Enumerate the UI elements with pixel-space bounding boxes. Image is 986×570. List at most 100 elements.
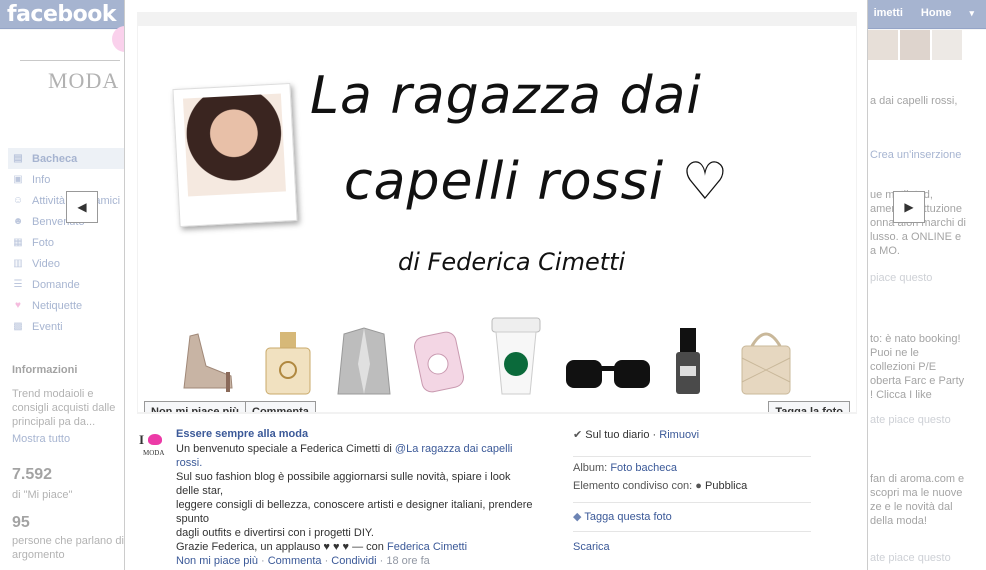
shared-row: Elemento condiviso con: ● Pubblica [573, 476, 811, 502]
post-actions: Non mi piace più · Commenta · Condividi … [176, 555, 430, 567]
post-author-link[interactable]: Essere sempre alla moda [176, 428, 536, 440]
with-person-link[interactable]: Federica Cimetti [387, 541, 467, 553]
download-link[interactable]: Scarica [573, 541, 610, 553]
post-text: Un benvenuto speciale a Federica Cimetti… [176, 442, 536, 554]
post-unlike-link[interactable]: Non mi piace più [176, 555, 258, 567]
logo-divider [20, 60, 120, 61]
post-body: Essere sempre alla moda Un benvenuto spe… [176, 428, 536, 567]
create-ad-link[interactable]: Crea un'inserzione [870, 148, 986, 162]
top-nav-profile-link[interactable]: imetti [874, 7, 903, 19]
post-text-line: Sul suo fashion blog è possibile aggiorn… [176, 471, 511, 497]
post-text-line: Grazie Federica, un applauso ♥ ♥ ♥ — con [176, 541, 387, 553]
ad-like-link[interactable]: piace questo [870, 272, 932, 284]
diary-label: Sul tuo diario [585, 429, 650, 441]
ad-like-link[interactable]: ate piace questo [870, 552, 951, 564]
next-photo-button[interactable]: ▶ [893, 191, 925, 223]
previous-photo-button[interactable]: ◀ [66, 191, 98, 223]
wall-icon: ▤ [13, 152, 23, 164]
photo-viewer: La ragazza dai capelli rossi ♡ di Federi… [124, 0, 868, 570]
calendar-icon: ▩ [13, 320, 23, 332]
sunglasses-icon [566, 360, 650, 388]
post-share-link[interactable]: Condividi [331, 555, 376, 567]
thumbnail[interactable] [900, 30, 930, 60]
thumbnail[interactable] [932, 30, 962, 60]
page-nav: ▤Bacheca ▣Info ☺Attività degli amici ☻Be… [8, 148, 124, 337]
nav-label: Bacheca [32, 152, 78, 165]
top-nav-home-link[interactable]: Home [921, 7, 952, 19]
tag-this-photo-link[interactable]: Tagga questa foto [584, 511, 671, 523]
ticker-text: a dai capelli rossi, [870, 95, 958, 107]
shoe-icon [183, 333, 233, 392]
photo-action-group: Non mi piace più Commenta [144, 401, 316, 412]
nav-item-video[interactable]: ▥ Video [10, 253, 124, 274]
talking-label: persone che parlano di argomento [12, 535, 124, 561]
nav-label: Netiquette [32, 299, 83, 312]
phone-icon [413, 331, 465, 393]
globe-icon: ● [695, 480, 702, 492]
thumbnail[interactable] [868, 30, 898, 60]
facebook-logo[interactable]: facebook [7, 2, 117, 27]
logo-text: MODA [48, 68, 120, 93]
heart-icon: ♥ [15, 299, 21, 311]
diary-row: ✔ Sul tuo diario · Rimuovi [573, 429, 700, 441]
nav-label: Domande [32, 278, 80, 291]
likes-label: di "Mi piace" [12, 489, 73, 501]
shared-label: Elemento condiviso con: [573, 480, 693, 492]
tag-row: ◆ Tagga questa foto [573, 503, 811, 531]
nav-item-photos[interactable]: ▦ Foto [10, 232, 124, 253]
post-comment-link[interactable]: Commenta [268, 555, 322, 567]
welcome-icon: ☻ [12, 215, 24, 227]
left-column: MODA ▤Bacheca ▣Info ☺Attività degli amic… [0, 26, 138, 570]
friends-activity-icon: ☺ [12, 194, 24, 206]
download-row: Scarica [573, 532, 811, 553]
unlike-photo-button[interactable]: Non mi piace più [145, 402, 246, 412]
top-nav: imetti Home ▾ [874, 7, 974, 19]
chevron-left-icon: ◀ [77, 200, 87, 214]
nav-item-bacheca[interactable]: ▤ Bacheca [8, 148, 124, 169]
nav-item-questions[interactable]: ☰ Domande [10, 274, 124, 295]
photo-meta: ✔ Sul tuo diario · Rimuovi Album: Foto b… [573, 428, 811, 553]
product-strip [166, 316, 846, 396]
likes-count: 7.592 [12, 466, 53, 483]
photo-subtitle: di Federica Cimetti [398, 248, 626, 276]
info-section-text: Trend modaioli e consigli acquisti dalle… [12, 388, 116, 428]
post-text-prefix: Un benvenuto speciale a Federica Cimetti… [176, 443, 395, 455]
avatar-letter: I [139, 432, 145, 447]
photo[interactable]: La ragazza dai capelli rossi ♡ di Federi… [138, 26, 856, 412]
post-time: 18 ore fa [386, 555, 430, 567]
nav-label: Eventi [32, 320, 63, 333]
portrait-polaroid [172, 83, 298, 227]
nav-item-netiquette[interactable]: ♥ Netiquette [10, 295, 124, 316]
remove-link[interactable]: Rimuovi [659, 429, 699, 441]
info-icon: ▣ [13, 173, 23, 185]
ad-text: to: è nato booking! Puoi ne le collezion… [870, 333, 965, 401]
post-text-line: dagli outfits e divertirsi con i progett… [176, 527, 374, 539]
page-logo: MODA [20, 26, 138, 126]
nav-item-events[interactable]: ▩ Eventi [10, 316, 124, 337]
chevron-right-icon: ▶ [904, 200, 914, 214]
photo-icon: ▦ [13, 236, 23, 248]
perfume-icon [265, 332, 311, 395]
comment-photo-button[interactable]: Commenta [245, 402, 315, 412]
talking-count: 95 [12, 514, 30, 531]
privacy-value[interactable]: Pubblica [705, 480, 747, 492]
nav-item-info[interactable]: ▣ Info [10, 169, 124, 190]
ad-like-link[interactable]: ate piace questo [870, 414, 951, 426]
album-link[interactable]: Foto bacheca [610, 462, 677, 474]
right-column: a dai capelli rossi, Crea un'inserzione … [866, 30, 986, 570]
page-avatar[interactable]: I MODA [137, 430, 169, 458]
nav-label: Info [32, 173, 51, 186]
tag-photo-button[interactable]: Tagga la foto [768, 401, 850, 412]
post-text-line: leggere consigli di bellezza, conoscere … [176, 499, 533, 525]
blazer-icon [337, 327, 391, 395]
photo-title-line1: La ragazza dai [310, 66, 702, 126]
avatar-heart-icon [148, 434, 162, 445]
tag-icon: ◆ [573, 511, 582, 523]
account-dropdown-icon[interactable]: ▾ [969, 8, 974, 19]
show-all-link[interactable]: Mostra tutto [12, 433, 70, 445]
friend-thumbnails [868, 30, 962, 60]
video-icon: ▥ [13, 257, 23, 269]
nav-label: Video [32, 257, 60, 270]
photo-stage: La ragazza dai capelli rossi ♡ di Federi… [137, 12, 857, 414]
questions-icon: ☰ [13, 278, 23, 290]
